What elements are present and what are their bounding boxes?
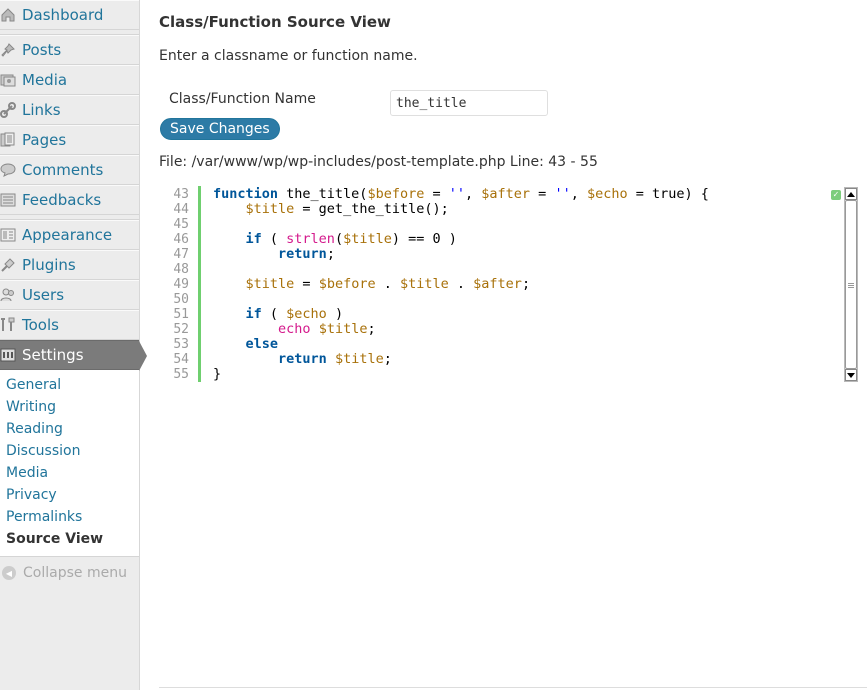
pages-icon bbox=[0, 132, 22, 148]
code-line: return $title; bbox=[278, 351, 392, 367]
line-number: 53 bbox=[173, 337, 189, 352]
code-line: return; bbox=[278, 246, 335, 262]
line-number: 43 bbox=[173, 187, 189, 202]
syntax-check-icon: ✓ bbox=[831, 190, 841, 200]
menu-item-pages[interactable]: Pages bbox=[0, 125, 139, 155]
menu-item-label: Feedbacks bbox=[22, 191, 102, 209]
appearance-icon bbox=[0, 227, 22, 243]
gutter-divider bbox=[198, 186, 201, 382]
code-line: echo $title; bbox=[278, 321, 376, 337]
submenu-item-privacy[interactable]: Privacy bbox=[0, 484, 139, 506]
menu-item-label: Posts bbox=[22, 41, 62, 59]
menu-item-label: Users bbox=[22, 286, 65, 304]
feedback-icon bbox=[0, 192, 22, 208]
line-number: 46 bbox=[173, 232, 189, 247]
code-scrollbar[interactable] bbox=[844, 187, 858, 382]
intro-text: Enter a classname or function name. bbox=[159, 48, 418, 64]
scroll-thumb[interactable] bbox=[845, 200, 857, 369]
line-number: 51 bbox=[173, 307, 189, 322]
dashboard-icon bbox=[0, 7, 22, 23]
menu-item-label: Comments bbox=[22, 161, 104, 179]
users-icon bbox=[0, 287, 22, 303]
admin-sidebar: Dashboard Posts Media Links Pages Comments Fee… bbox=[0, 0, 147, 690]
footer-divider bbox=[159, 687, 867, 688]
menu-item-dashboard[interactable]: Dashboard bbox=[0, 0, 139, 30]
collapse-menu-label: Collapse menu bbox=[23, 565, 127, 581]
submenu-item-general[interactable]: General bbox=[0, 374, 139, 396]
code-line: $title = get_the_title(); bbox=[245, 201, 449, 217]
menu-item-appearance[interactable]: Appearance bbox=[0, 220, 139, 250]
submenu-item-permalinks[interactable]: Permalinks bbox=[0, 506, 139, 528]
menu-item-label: Plugins bbox=[22, 256, 76, 274]
arrow-down-icon bbox=[847, 372, 855, 378]
code-line: if ( $echo ) bbox=[245, 306, 344, 322]
code-line: function the_title($before = '', $after … bbox=[213, 186, 709, 202]
code-line: if ( strlen($title) == 0 ) bbox=[245, 231, 457, 247]
arrow-up-icon bbox=[847, 191, 855, 197]
comment-bubble-icon bbox=[0, 162, 22, 178]
menu-item-plugins[interactable]: Plugins bbox=[0, 250, 139, 280]
settings-submenu: General Writing Reading Discussion Media Priv… bbox=[0, 370, 139, 557]
menu-item-users[interactable]: Users bbox=[0, 280, 139, 310]
link-icon bbox=[0, 102, 22, 118]
media-icon bbox=[0, 72, 22, 88]
menu-item-comments[interactable]: Comments bbox=[0, 155, 139, 185]
code-line: $title = $before . $title . $after; bbox=[245, 276, 531, 292]
menu-item-label: Media bbox=[22, 71, 68, 89]
submenu-item-media[interactable]: Media bbox=[0, 462, 139, 484]
class-function-name-input[interactable] bbox=[390, 90, 548, 116]
menu-item-label: Pages bbox=[22, 131, 67, 149]
line-number: 47 bbox=[173, 247, 189, 262]
plug-icon bbox=[0, 257, 22, 273]
line-number: 44 bbox=[173, 202, 189, 217]
line-number-gutter: 43 44 45 46 47 48 49 50 51 52 53 54 55 bbox=[165, 186, 194, 382]
scroll-up-button[interactable] bbox=[845, 188, 857, 200]
menu-item-feedbacks[interactable]: Feedbacks bbox=[0, 185, 139, 215]
menu-item-label: Tools bbox=[22, 316, 59, 334]
submenu-item-writing[interactable]: Writing bbox=[0, 396, 139, 418]
code-line: } bbox=[213, 366, 222, 382]
scroll-down-button[interactable] bbox=[845, 369, 857, 381]
submenu-item-discussion[interactable]: Discussion bbox=[0, 440, 139, 462]
menu-item-media[interactable]: Media bbox=[0, 65, 139, 95]
file-info: File: /var/www/wp/wp-includes/post-templ… bbox=[159, 154, 598, 170]
line-number: 55 bbox=[173, 367, 189, 382]
menu-item-label: Appearance bbox=[22, 226, 113, 244]
tools-icon bbox=[0, 317, 22, 333]
line-number: 48 bbox=[173, 262, 189, 277]
menu-item-posts[interactable]: Posts bbox=[0, 35, 139, 65]
main-content: Class/Function Source View Enter a class… bbox=[159, 0, 867, 690]
settings-icon bbox=[0, 347, 22, 363]
menu-item-label: Settings bbox=[22, 346, 84, 364]
grip-icon bbox=[848, 283, 854, 288]
class-function-name-label: Class/Function Name bbox=[169, 91, 316, 107]
submenu-item-reading[interactable]: Reading bbox=[0, 418, 139, 440]
line-number: 49 bbox=[173, 277, 189, 292]
pushpin-icon bbox=[0, 42, 22, 58]
line-number: 45 bbox=[173, 217, 189, 232]
submenu-item-source-view[interactable]: Source View bbox=[0, 528, 139, 550]
menu-item-label: Dashboard bbox=[22, 6, 104, 24]
line-number: 52 bbox=[173, 322, 189, 337]
code-viewer[interactable]: 43 44 45 46 47 48 49 50 51 52 53 54 55 function the_… bbox=[165, 186, 858, 382]
line-number: 50 bbox=[173, 292, 189, 307]
collapse-arrow-icon: ◀ bbox=[2, 566, 16, 580]
save-changes-button[interactable]: Save Changes bbox=[160, 118, 280, 140]
page-title: Class/Function Source View bbox=[159, 13, 391, 31]
menu-item-tools[interactable]: Tools bbox=[0, 310, 139, 340]
menu-item-label: Links bbox=[22, 101, 61, 119]
line-number: 54 bbox=[173, 352, 189, 367]
collapse-menu-button[interactable]: ◀ Collapse menu bbox=[0, 557, 139, 589]
code-line: else bbox=[245, 336, 279, 352]
menu-item-links[interactable]: Links bbox=[0, 95, 139, 125]
menu-item-settings[interactable]: Settings bbox=[0, 340, 147, 371]
